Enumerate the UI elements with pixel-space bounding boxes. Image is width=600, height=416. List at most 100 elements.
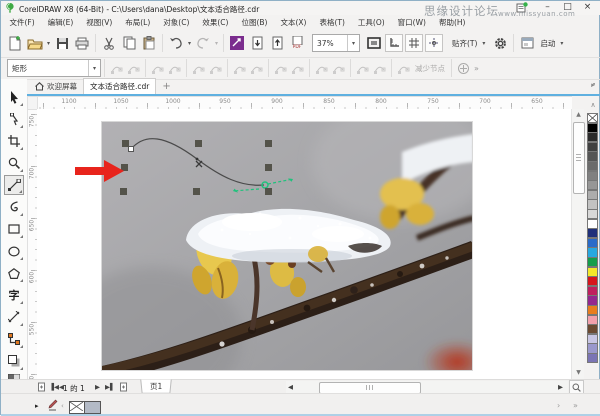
zoom-tool[interactable] bbox=[4, 153, 24, 173]
close-button[interactable]: × bbox=[580, 1, 595, 13]
ellipse-tool[interactable] bbox=[4, 241, 24, 261]
new-document-button[interactable] bbox=[5, 33, 25, 53]
connector-tool[interactable] bbox=[4, 329, 24, 349]
open-dropdown[interactable]: ▾ bbox=[45, 33, 52, 53]
polygon-tool[interactable] bbox=[4, 263, 24, 283]
node-edit-icon-13[interactable] bbox=[371, 60, 388, 76]
horizontal-scrollbar[interactable]: ◀ ▶ bbox=[286, 381, 568, 393]
drop-shadow-tool[interactable] bbox=[4, 351, 24, 371]
handle-bottom-mid[interactable] bbox=[193, 188, 200, 195]
cut-button[interactable] bbox=[99, 33, 119, 53]
freehand-tool[interactable] bbox=[4, 175, 24, 195]
artistic-media-tool[interactable] bbox=[4, 197, 24, 217]
last-page-button[interactable]: ▶▌ bbox=[105, 382, 115, 392]
handle-top-left[interactable] bbox=[122, 140, 129, 147]
page-1-tab[interactable]: 页1 bbox=[140, 380, 172, 394]
palette-scroll-up[interactable]: ∧ bbox=[585, 101, 600, 109]
fullscreen-preview-button[interactable] bbox=[364, 33, 384, 53]
launcher-panel-icon[interactable] bbox=[517, 33, 537, 53]
snap-to-dropdown[interactable]: ▾ bbox=[480, 33, 487, 53]
paste-button[interactable] bbox=[139, 33, 159, 53]
propbar-overflow-chevron[interactable]: » bbox=[474, 64, 479, 73]
options-gear-button[interactable] bbox=[490, 33, 510, 53]
vertical-scroll-thumb[interactable] bbox=[573, 122, 585, 194]
drawing-canvas[interactable] bbox=[37, 109, 571, 379]
undo-button[interactable] bbox=[166, 33, 186, 53]
node-edit-icon-8[interactable] bbox=[272, 60, 289, 76]
search-content-button[interactable] bbox=[227, 33, 247, 53]
crop-tool[interactable] bbox=[4, 131, 24, 151]
node-edit-icon-0[interactable] bbox=[108, 60, 125, 76]
redo-button[interactable] bbox=[193, 33, 213, 53]
handle-mid-right[interactable] bbox=[265, 164, 272, 171]
handle-bottom-left[interactable] bbox=[120, 188, 127, 195]
node-edit-icon-7[interactable] bbox=[248, 60, 265, 76]
undo-dropdown[interactable]: ▾ bbox=[186, 33, 193, 53]
redo-dropdown[interactable]: ▾ bbox=[213, 33, 220, 53]
wintersweet-photo[interactable] bbox=[101, 121, 473, 371]
add-page-after-button[interactable] bbox=[119, 382, 128, 392]
launch-dropdown[interactable]: ▾ bbox=[558, 33, 565, 53]
shape-preset-dropdown[interactable]: ▾ bbox=[88, 60, 100, 76]
menu-item-8[interactable]: 表格(T) bbox=[313, 17, 351, 28]
first-page-button[interactable]: ▐◀ bbox=[49, 382, 59, 392]
color-swatch[interactable] bbox=[587, 353, 598, 363]
node-edit-icon-6[interactable] bbox=[231, 60, 248, 76]
pick-tool[interactable] bbox=[4, 87, 24, 107]
rectangle-tool[interactable] bbox=[4, 219, 24, 239]
menu-item-4[interactable]: 对象(C) bbox=[157, 17, 196, 28]
export-button[interactable] bbox=[267, 33, 287, 53]
show-grid-button[interactable] bbox=[405, 34, 423, 52]
node-edit-icon-9[interactable] bbox=[289, 60, 306, 76]
launch-button[interactable]: 启动 bbox=[537, 38, 558, 49]
print-button[interactable] bbox=[72, 33, 92, 53]
next-page-button[interactable]: ▶ bbox=[95, 382, 100, 392]
status-overflow-chevron[interactable]: » bbox=[573, 401, 578, 410]
new-tab-button[interactable]: + bbox=[156, 79, 176, 94]
scroll-up-arrow[interactable]: ▲ bbox=[572, 109, 585, 120]
menu-item-10[interactable]: 窗口(W) bbox=[391, 17, 432, 28]
menu-item-0[interactable]: 文件(F) bbox=[3, 17, 41, 28]
node-edit-icon-10[interactable] bbox=[313, 60, 330, 76]
menu-item-3[interactable]: 布局(L) bbox=[119, 17, 157, 28]
tab-welcome-screen[interactable]: 欢迎屏幕 bbox=[29, 79, 83, 94]
scroll-down-arrow[interactable]: ▼ bbox=[572, 367, 585, 378]
document-navigator-button[interactable] bbox=[569, 380, 584, 394]
node-edit-icon-5[interactable] bbox=[207, 60, 224, 76]
open-button[interactable] bbox=[25, 33, 45, 53]
menu-item-11[interactable]: 帮助(H) bbox=[432, 17, 472, 28]
node-edit-icon-12[interactable] bbox=[354, 60, 371, 76]
node-edit-icon-14[interactable] bbox=[395, 60, 412, 76]
publish-pdf-button[interactable]: PDF bbox=[287, 33, 307, 53]
zoom-level-combo[interactable]: 37% ▾ bbox=[312, 34, 360, 52]
menu-item-1[interactable]: 编辑(E) bbox=[41, 17, 80, 28]
menu-item-9[interactable]: 工具(O) bbox=[351, 17, 391, 28]
node-edit-icon-1[interactable] bbox=[125, 60, 142, 76]
scroll-left-arrow[interactable]: ◀ bbox=[288, 382, 293, 392]
parallel-dimension-tool[interactable] bbox=[4, 307, 24, 327]
node-edit-icon-2[interactable] bbox=[149, 60, 166, 76]
status-expand-arrow[interactable]: › bbox=[557, 401, 560, 410]
node-edit-icon-11[interactable] bbox=[330, 60, 347, 76]
save-button[interactable] bbox=[52, 33, 72, 53]
text-tool[interactable]: 字 bbox=[4, 285, 24, 305]
status-flyout-arrow[interactable]: ▸ bbox=[35, 402, 39, 410]
copy-button[interactable] bbox=[119, 33, 139, 53]
show-guidelines-button[interactable] bbox=[425, 34, 443, 52]
menu-item-2[interactable]: 视图(V) bbox=[80, 17, 119, 28]
import-button[interactable] bbox=[247, 33, 267, 53]
shape-preset-combo[interactable]: 矩形 ▾ bbox=[7, 59, 101, 77]
add-page-before-button[interactable] bbox=[37, 382, 46, 392]
palette-eyedropper-icon[interactable]: ➚ bbox=[585, 81, 600, 89]
tab-active-document[interactable]: 文本适合路径.cdr bbox=[83, 78, 156, 94]
snap-to-button[interactable]: 贴齐(T) bbox=[449, 38, 480, 49]
node-edit-icon-4[interactable] bbox=[190, 60, 207, 76]
curve-smoothness-icon[interactable] bbox=[455, 60, 472, 76]
handle-top-right[interactable] bbox=[265, 140, 272, 147]
menu-item-5[interactable]: 效果(C) bbox=[196, 17, 235, 28]
menu-item-7[interactable]: 文本(X) bbox=[274, 17, 313, 28]
node-edit-icon-3[interactable] bbox=[166, 60, 183, 76]
vertical-scrollbar[interactable]: ▲ ▼ bbox=[571, 109, 584, 379]
maximize-button[interactable]: □ bbox=[560, 1, 575, 13]
shape-tool[interactable] bbox=[4, 109, 24, 129]
